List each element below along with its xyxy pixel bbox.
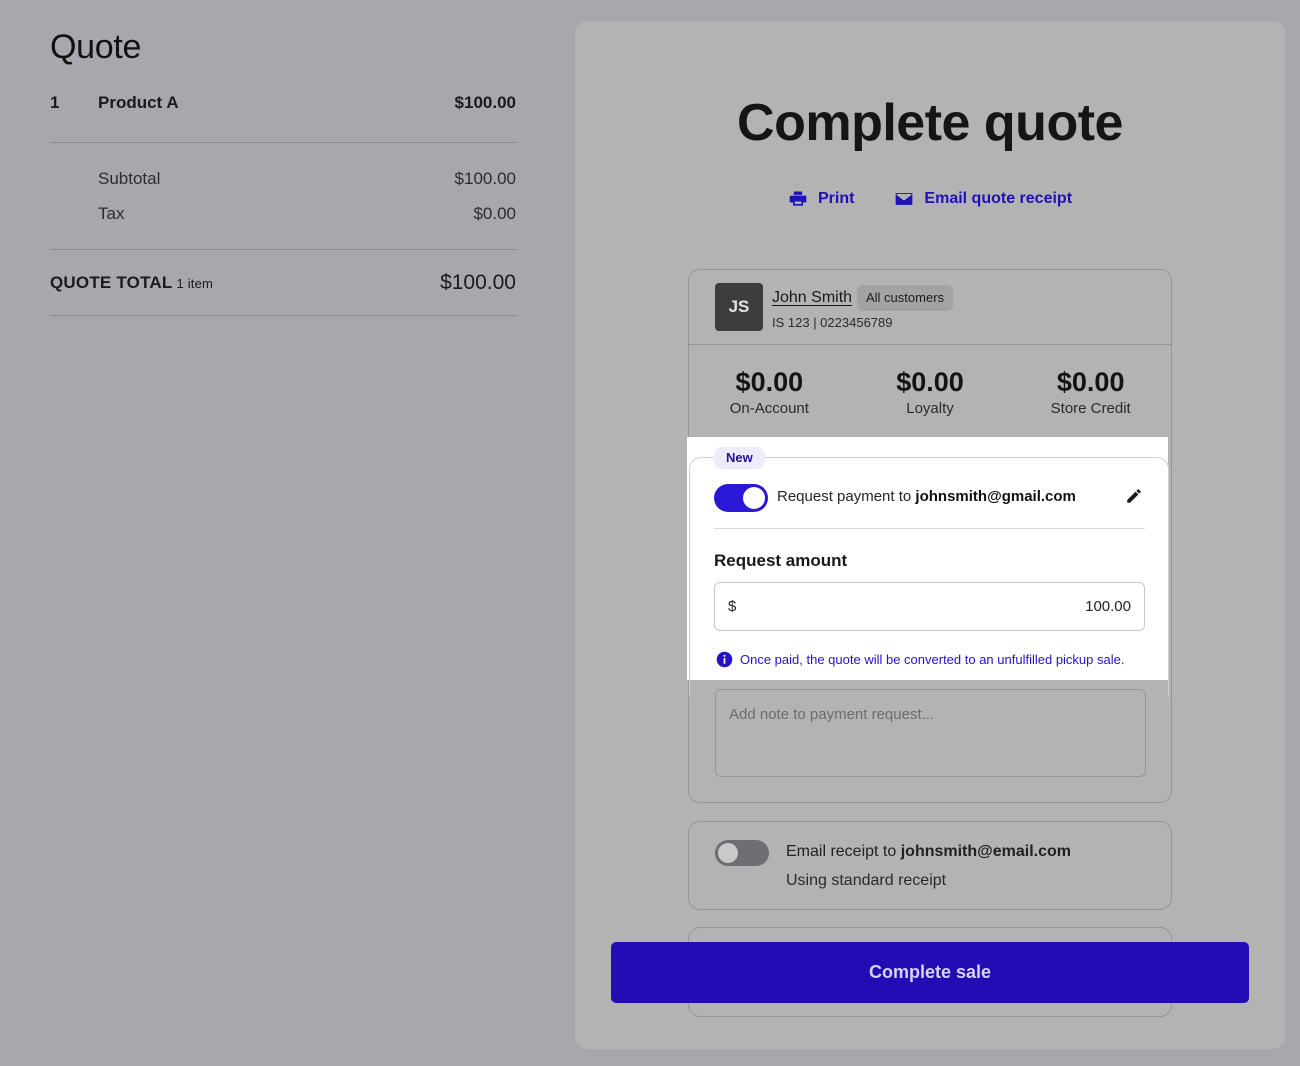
customer-id: IS 123 | 0223456789	[772, 315, 893, 330]
quote-actions: Print Email quote receipt	[575, 189, 1285, 209]
info-icon	[716, 651, 733, 668]
divider	[714, 528, 1145, 529]
request-payment-email: johnsmith@gmail.com	[915, 488, 1076, 505]
new-badge: New	[714, 447, 765, 469]
pencil-icon[interactable]	[1125, 487, 1143, 505]
avatar: JS	[715, 283, 763, 331]
line-item-name: Product A	[98, 92, 179, 112]
email-receipt-card: Email receipt to johnsmith@email.com Usi…	[688, 821, 1172, 910]
line-item[interactable]: 1 Product A $100.00	[50, 81, 516, 143]
complete-quote-title: Complete quote	[737, 94, 1123, 152]
envelope-icon	[896, 193, 913, 205]
subtotal-value: $100.00	[454, 168, 516, 188]
balance-amount: $0.00	[735, 367, 804, 397]
email-receipt-text: Email receipt to johnsmith@email.com	[786, 843, 1071, 861]
request-amount-field[interactable]: $	[714, 582, 1145, 631]
quote-title: Quote	[50, 28, 142, 66]
totals: Subtotal $100.00 Tax $0.00	[50, 143, 516, 250]
request-payment-section: New Request payment to johnsmith@gmail.c…	[687, 437, 1169, 697]
subtotal-label: Subtotal	[98, 168, 161, 188]
customer-group-badge: All customers	[857, 285, 954, 311]
email-receipt-template: Using standard receipt	[786, 872, 947, 889]
subtotal-row: Subtotal $100.00	[98, 161, 516, 196]
email-quote-receipt-button[interactable]: Email quote receipt	[894, 189, 1072, 209]
line-item-qty: 1	[50, 92, 60, 112]
request-amount-input[interactable]	[748, 598, 1131, 615]
print-button[interactable]: Print	[788, 189, 854, 209]
balance-label: On-Account	[729, 400, 809, 417]
request-payment-info-text: Once paid, the quote will be converted t…	[740, 652, 1125, 667]
balance-amount: $0.00	[1056, 367, 1125, 397]
email-receipt-toggle[interactable]	[715, 840, 769, 866]
quote-total-text: QUOTE TOTAL	[50, 272, 173, 292]
email-receipt-prefix: Email receipt to	[786, 843, 901, 860]
tax-value: $0.00	[473, 203, 516, 223]
tax-row: Tax $0.00	[98, 196, 516, 231]
request-amount-label: Request amount	[714, 551, 848, 570]
printer-icon	[789, 191, 807, 206]
currency-symbol: $	[728, 598, 737, 615]
payment-request-note-input[interactable]: Add note to payment request...	[715, 689, 1146, 777]
request-payment-info: Once paid, the quote will be converted t…	[716, 651, 1124, 668]
quote-total-row: QUOTE TOTAL 1 item $100.00	[50, 250, 516, 316]
balance-amount: $0.00	[896, 367, 964, 397]
quote-total-value: $100.00	[440, 270, 516, 294]
balance-on-account: $0.00 On-Account	[689, 345, 850, 441]
request-payment-text: Request payment to johnsmith@gmail.com	[777, 488, 1076, 505]
balance-loyalty: $0.00 Loyalty	[850, 345, 1011, 441]
quote-summary: Quote 1 Product A $100.00 Subtotal $100.…	[50, 28, 516, 316]
email-quote-receipt-label: Email quote receipt	[924, 190, 1073, 207]
email-receipt-address: johnsmith@email.com	[900, 843, 1072, 860]
request-payment-toggle[interactable]	[714, 484, 768, 512]
print-label: Print	[817, 190, 855, 207]
balance-store-credit: $0.00 Store Credit	[1010, 345, 1171, 441]
request-payment-prefix: Request payment to	[777, 488, 916, 505]
tax-label: Tax	[98, 203, 125, 223]
complete-sale-button[interactable]: Complete sale	[611, 942, 1249, 1003]
balance-label: Loyalty	[906, 400, 954, 417]
quote-total-label: QUOTE TOTAL 1 item	[50, 273, 213, 293]
customer-header: JS John Smith All customers IS 123 | 022…	[689, 270, 1171, 345]
quote-total-items: 1 item	[176, 275, 214, 291]
balance-label: Store Credit	[1050, 400, 1131, 417]
customer-balances: $0.00 On-Account $0.00 Loyalty $0.00 Sto…	[689, 345, 1171, 441]
customer-name-link[interactable]: John Smith	[772, 289, 852, 307]
line-item-price: $100.00	[454, 92, 516, 112]
